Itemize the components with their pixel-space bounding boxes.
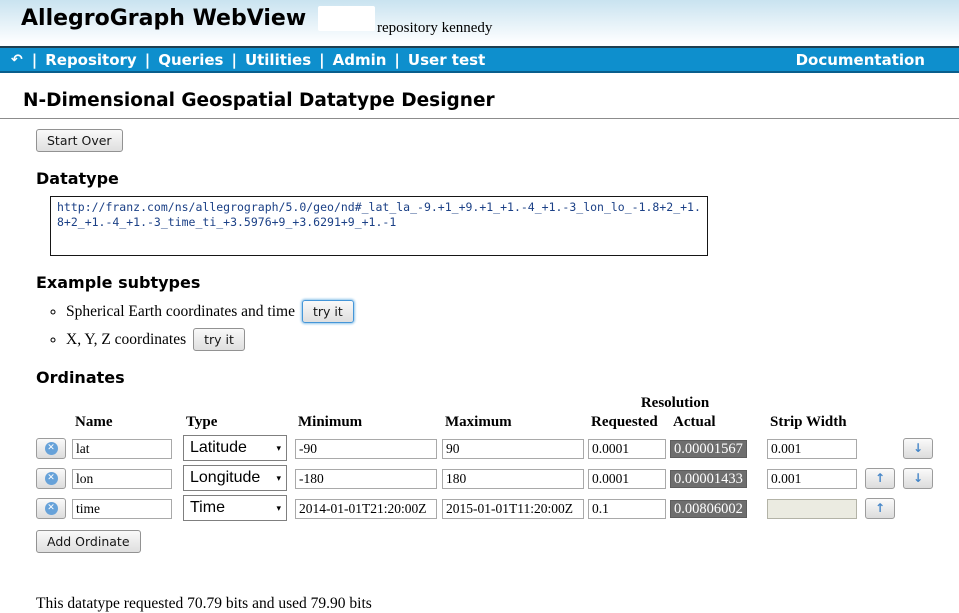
strip-width-input[interactable]	[767, 439, 857, 459]
blank-patch	[318, 6, 375, 31]
ordinate-type-select[interactable]: Time ▾	[183, 495, 287, 521]
nav-separator: |	[394, 51, 399, 69]
delete-ordinate-button[interactable]: ✕	[36, 498, 66, 519]
resolution-requested-input[interactable]	[588, 439, 666, 459]
column-header-requested: Requested	[588, 414, 666, 431]
arrow-down-icon: ↓	[913, 441, 923, 455]
nav-items: | Repository | Queries | Utilities | Admin | User…	[24, 51, 486, 69]
ordinate-type-select[interactable]: Latitude ▾	[183, 435, 287, 461]
ordinate-minimum-input[interactable]	[295, 439, 437, 459]
main-navbar: ↶ | Repository | Queries | Utilities | Admin | Us…	[0, 46, 959, 73]
delete-icon: ✕	[45, 502, 58, 515]
resolution-header: Resolution	[588, 395, 762, 412]
column-header-name: Name	[72, 414, 172, 431]
app-header: AllegroGraph WebView repository kennedy	[0, 0, 959, 46]
strip-width-input[interactable]	[767, 469, 857, 489]
bits-summary: This datatype requested 70.79 bits and u…	[36, 595, 959, 613]
chevron-down-icon: ▾	[276, 473, 281, 484]
ordinate-maximum-input[interactable]	[442, 499, 584, 519]
ordinate-row: ✕ Latitude ▾ 0.00001567 ↑ ↓	[36, 435, 959, 461]
try-it-button[interactable]: try it	[302, 300, 354, 323]
nav-item-utilities[interactable]: Utilities	[245, 51, 311, 69]
arrow-up-icon: ↑	[875, 501, 885, 515]
subtype-list: Spherical Earth coordinates and time try …	[0, 300, 959, 351]
resolution-actual-value: 0.00001567	[670, 440, 747, 458]
datatype-textarea[interactable]: http://franz.com/ns/allegrograph/5.0/geo…	[50, 196, 708, 256]
ordinates-table: Resolution Name Type Minimum MaximumRequest…	[36, 395, 959, 521]
delete-ordinate-button[interactable]: ✕	[36, 468, 66, 489]
back-icon[interactable]: ↶	[11, 52, 23, 68]
ordinate-name-input[interactable]	[72, 469, 172, 489]
ordinate-minimum-input[interactable]	[295, 499, 437, 519]
move-down-button[interactable]: ↓	[903, 438, 933, 459]
arrow-up-icon: ↑	[875, 471, 885, 485]
nav-item-queries[interactable]: Queries	[158, 51, 223, 69]
nav-separator: |	[319, 51, 324, 69]
column-header-actual: Actual	[670, 414, 762, 431]
column-header-strip-width: Strip Width	[767, 414, 857, 431]
start-over-button[interactable]: Start Over	[36, 129, 123, 152]
ordinate-name-input[interactable]	[72, 499, 172, 519]
chevron-down-icon: ▾	[276, 443, 281, 454]
arrow-down-icon: ↓	[913, 471, 923, 485]
column-header-type: Type	[183, 414, 287, 431]
resolution-requested-input[interactable]	[588, 469, 666, 489]
column-header-minimum: Minimum	[295, 414, 437, 431]
subtype-label: Spherical Earth coordinates and time	[66, 303, 295, 320]
column-header-maximum: Maximum	[442, 414, 584, 431]
nav-separator: |	[145, 51, 150, 69]
move-up-button[interactable]: ↑	[865, 498, 895, 519]
chevron-down-icon: ▾	[276, 503, 281, 514]
resolution-requested-input[interactable]	[588, 499, 666, 519]
resolution-actual-value: 0.00806002	[670, 500, 747, 518]
ordinate-type-value: Longitude	[190, 469, 260, 487]
delete-icon: ✕	[45, 442, 58, 455]
try-it-button[interactable]: try it	[193, 328, 245, 351]
nav-item-admin[interactable]: Admin	[333, 51, 387, 69]
strip-width-input[interactable]	[767, 499, 857, 519]
resolution-actual-value: 0.00001433	[670, 470, 747, 488]
repository-label: repository kennedy	[377, 20, 492, 37]
resolution-header-row: Resolution	[36, 395, 959, 412]
ordinate-type-value: Time	[190, 499, 225, 517]
delete-icon: ✕	[45, 472, 58, 485]
ordinate-name-input[interactable]	[72, 439, 172, 459]
column-header-row: Name Type Minimum MaximumRequestedActual Str…	[36, 414, 959, 431]
ordinate-type-select[interactable]: Longitude ▾	[183, 465, 287, 491]
ordinate-row: ✕ Time ▾ 0.00806002 ↑ ↓	[36, 495, 959, 521]
ordinate-row: ✕ Longitude ▾ 0.00001433 ↑ ↓	[36, 465, 959, 491]
example-subtypes-heading: Example subtypes	[36, 273, 959, 292]
subtype-label: X, Y, Z coordinates	[66, 331, 186, 348]
datatype-heading: Datatype	[36, 169, 959, 188]
page-title: N-Dimensional Geospatial Datatype Design…	[0, 90, 959, 119]
ordinates-heading: Ordinates	[36, 368, 959, 387]
add-ordinate-button[interactable]: Add Ordinate	[36, 530, 141, 553]
subtype-item: Spherical Earth coordinates and time try …	[66, 300, 959, 323]
move-down-button[interactable]: ↓	[903, 468, 933, 489]
ordinate-minimum-input[interactable]	[295, 469, 437, 489]
subtype-item: X, Y, Z coordinates try it	[66, 328, 959, 351]
move-up-button[interactable]: ↑	[865, 468, 895, 489]
nav-item-user-test[interactable]: User test	[408, 51, 485, 69]
ordinate-type-value: Latitude	[190, 439, 247, 457]
nav-separator: |	[231, 51, 236, 69]
ordinate-rows: ✕ Latitude ▾ 0.00001567 ↑ ↓ ✕ Longitude	[36, 435, 959, 521]
ordinate-maximum-input[interactable]	[442, 469, 584, 489]
delete-ordinate-button[interactable]: ✕	[36, 438, 66, 459]
ordinate-maximum-input[interactable]	[442, 439, 584, 459]
app-title: AllegroGraph WebView	[21, 6, 306, 31]
nav-item-repository[interactable]: Repository	[45, 51, 137, 69]
nav-item-documentation[interactable]: Documentation	[796, 51, 925, 69]
nav-separator: |	[32, 51, 37, 69]
